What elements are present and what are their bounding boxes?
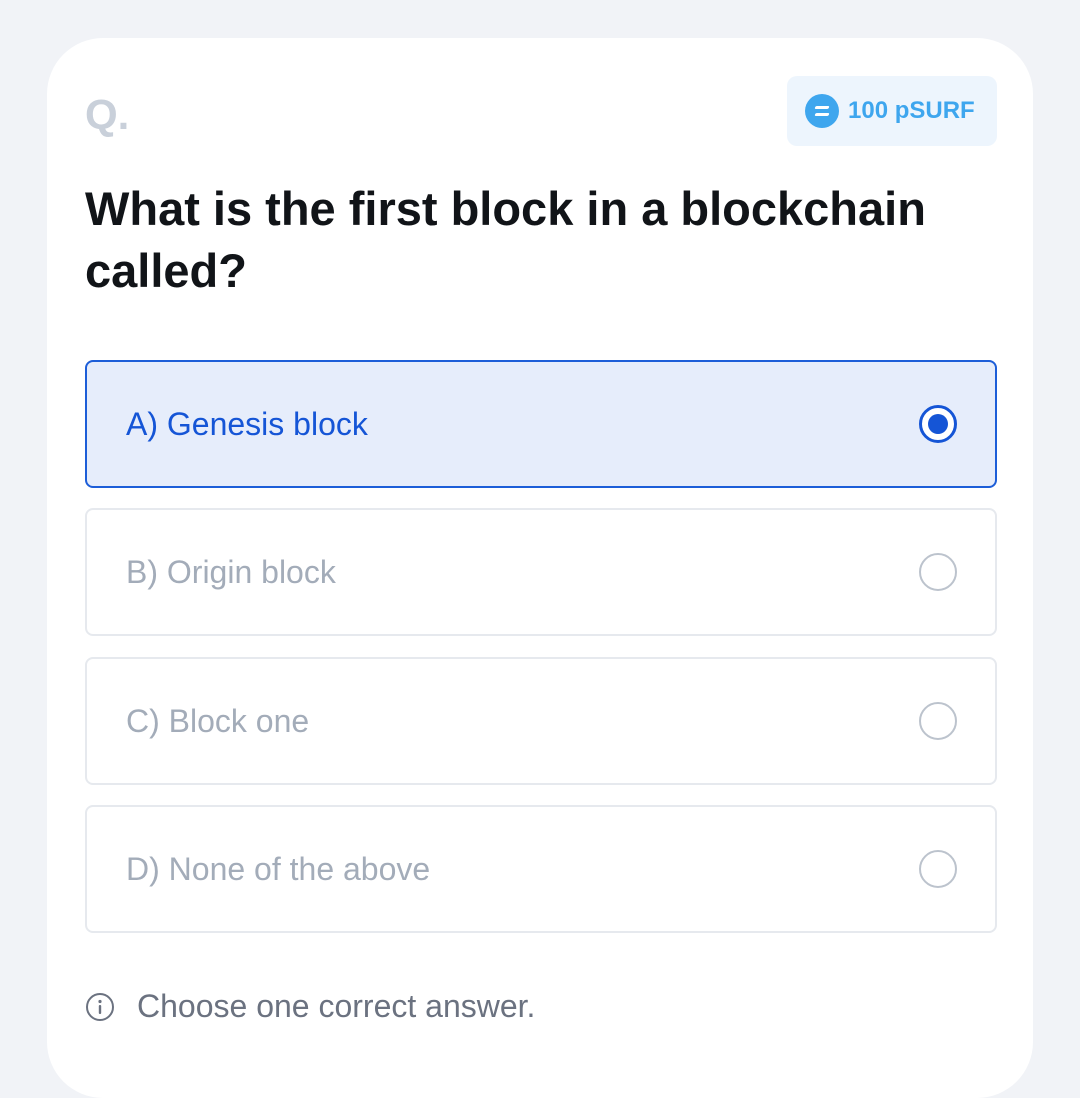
- option-b[interactable]: B) Origin block: [85, 508, 997, 636]
- radio-selected-icon[interactable]: [919, 405, 957, 443]
- option-label: D) None of the above: [126, 850, 431, 887]
- reward-amount: 100 pSURF: [848, 97, 975, 124]
- option-label: B) Origin block: [126, 553, 336, 590]
- reward-badge: 100 pSURF: [787, 76, 997, 146]
- question-text: What is the first block in a blockchain …: [85, 182, 926, 297]
- info-icon: [86, 992, 114, 1021]
- question-card: Q. 100 pSURF What is the first block in …: [47, 38, 1033, 1098]
- hint-text: Choose one correct answer.: [137, 988, 536, 1024]
- coin-icon: [805, 94, 839, 128]
- radio-dot: [928, 414, 948, 434]
- option-label: A) Genesis block: [126, 405, 368, 442]
- option-d[interactable]: D) None of the above: [85, 805, 997, 933]
- option-a[interactable]: A) Genesis block: [85, 360, 997, 488]
- radio-unselected-icon[interactable]: [919, 702, 957, 740]
- question-marker: Q.: [85, 91, 130, 138]
- hint: Choose one correct answer.: [85, 988, 535, 1025]
- radio-unselected-icon[interactable]: [919, 850, 957, 888]
- option-label: C) Block one: [126, 702, 310, 739]
- radio-unselected-icon[interactable]: [919, 553, 957, 591]
- option-c[interactable]: C) Block one: [85, 657, 997, 785]
